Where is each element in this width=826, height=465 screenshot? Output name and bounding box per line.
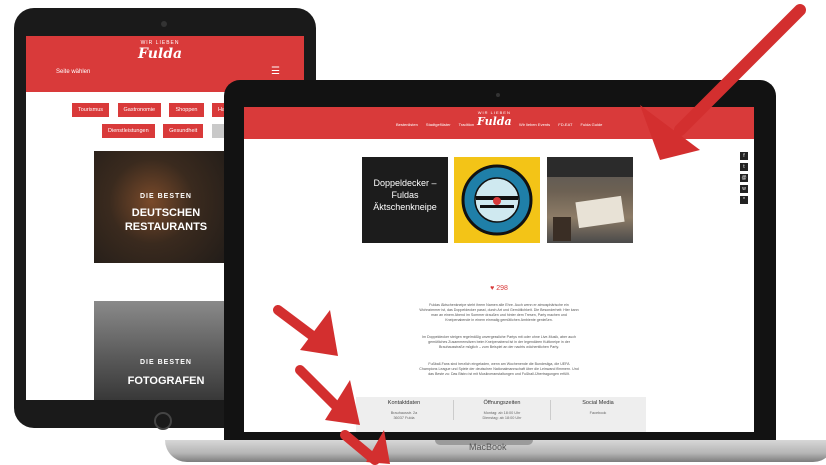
decorative-arrows	[273, 4, 806, 465]
arrow-icon	[295, 365, 360, 425]
arrow-icon	[273, 305, 338, 356]
arrow-icon	[340, 430, 390, 465]
arrow-icon	[640, 4, 806, 160]
